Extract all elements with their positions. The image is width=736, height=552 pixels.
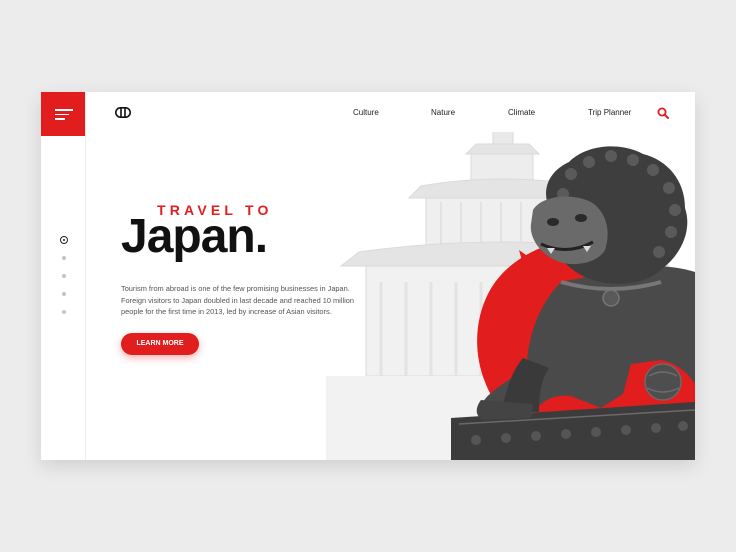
left-rail [41,92,86,460]
nav-trip-planner[interactable]: Trip Planner [588,108,631,117]
search-icon[interactable] [657,107,669,119]
hero-description: Tourism from abroad is one of the few pr… [121,284,354,316]
brand-logo-icon[interactable] [115,107,131,118]
landing-card: Culture Nature Climate Trip Planner TRAV… [41,92,695,460]
nav-culture[interactable]: Culture [353,108,379,117]
pagination-dot-4[interactable] [62,292,66,296]
pagination-dot-1[interactable] [60,236,68,244]
pagination-dot-3[interactable] [62,274,66,278]
nav-nature[interactable]: Nature [431,108,455,117]
pagination-dot-5[interactable] [62,310,66,314]
nav-climate[interactable]: Climate [508,108,535,117]
pagination-dot-2[interactable] [62,256,66,260]
learn-more-button[interactable]: LEARN MORE [121,333,199,355]
slide-pagination [58,236,70,328]
menu-button[interactable] [41,92,85,136]
hero-title: Japan. [121,210,268,263]
hamburger-icon [55,109,73,123]
